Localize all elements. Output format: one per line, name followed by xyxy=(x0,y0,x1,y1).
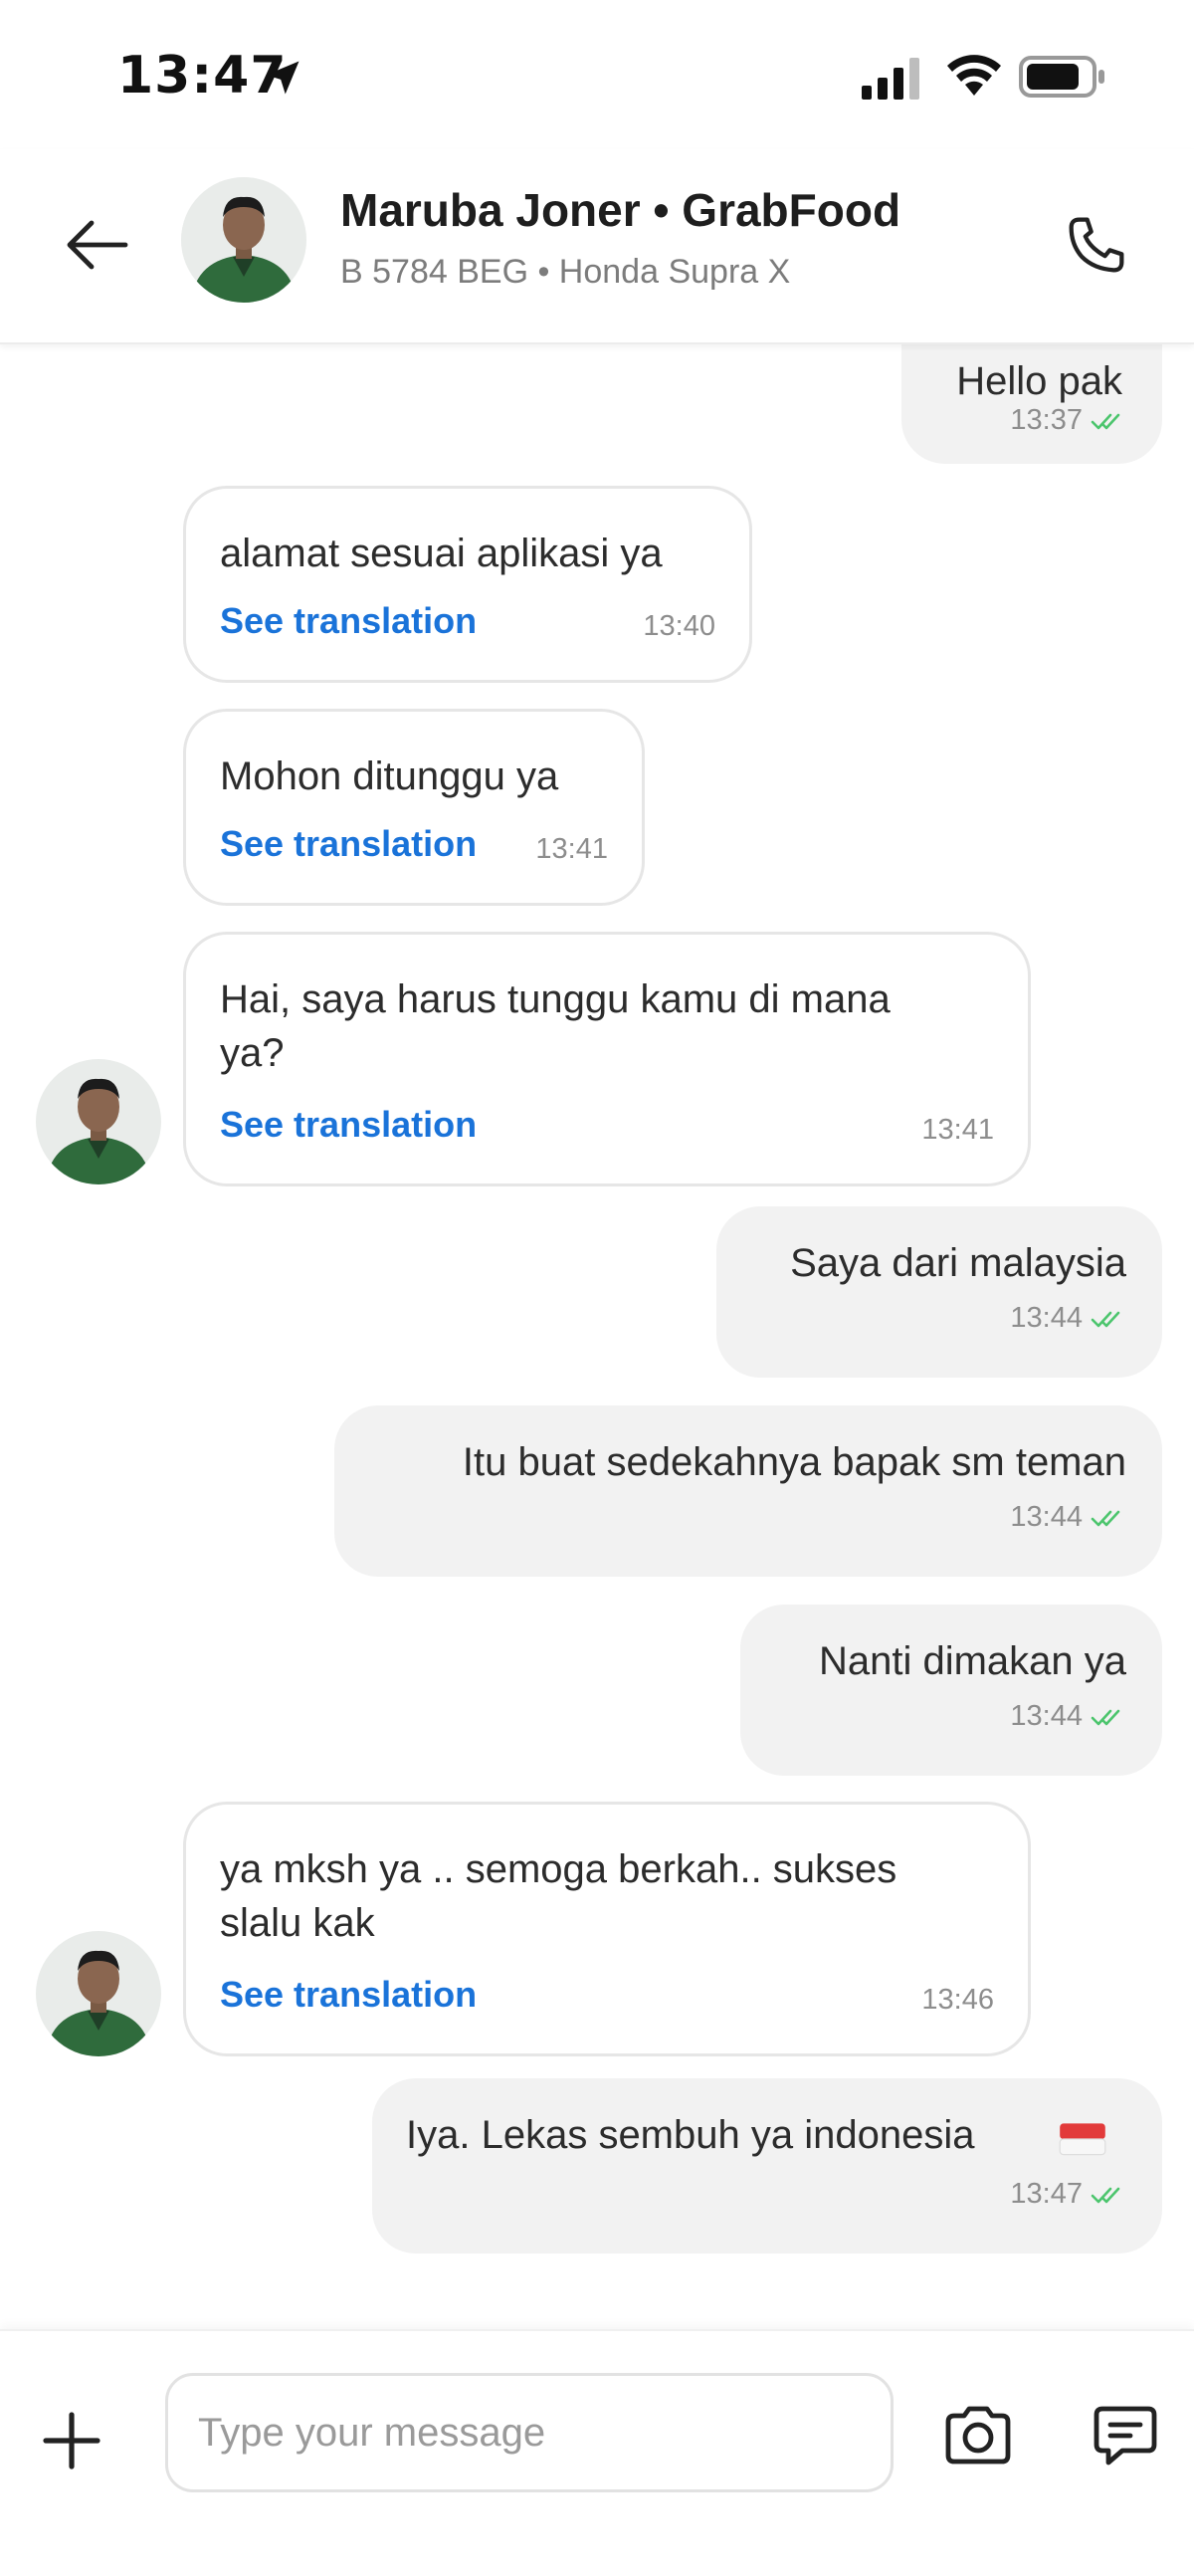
message-text: Iya. Lekas sembuh ya indonesia xyxy=(406,2113,975,2157)
incoming-message[interactable]: alamat sesuai aplikasi ya See translatio… xyxy=(183,486,752,683)
message-text-line-2: slalu kak xyxy=(220,1901,375,1945)
read-receipt-icon xyxy=(1091,1510,1120,1527)
outgoing-message[interactable]: Saya dari malaysia 13:44 xyxy=(716,1206,1162,1378)
message-text: Hello pak xyxy=(956,359,1122,403)
read-receipt-icon xyxy=(1091,413,1120,430)
outgoing-message[interactable]: Itu buat sedekahnya bapak sm teman 13:44 xyxy=(334,1405,1162,1577)
driver-photo xyxy=(36,1059,161,1184)
message-time: 13:44 xyxy=(1010,1501,1083,1533)
see-translation-link[interactable]: See translation xyxy=(220,600,477,642)
message-text: Saya dari malaysia xyxy=(790,1241,1126,1285)
message-time: 13:44 xyxy=(1010,1700,1083,1732)
outgoing-message[interactable]: Nanti dimakan ya 13:44 xyxy=(740,1605,1162,1776)
camera-button[interactable] xyxy=(937,2395,1019,2476)
driver-avatar[interactable] xyxy=(36,1059,161,1184)
see-translation-link[interactable]: See translation xyxy=(220,1974,477,2016)
camera-icon xyxy=(945,2406,1011,2465)
chat-header: Maruba Joner • GrabFood B 5784 BEG • Hon… xyxy=(0,149,1194,344)
message-list[interactable]: Hello pak 13:37 alamat sesuai aplikasi y… xyxy=(0,344,1194,2329)
message-text: alamat sesuai aplikasi ya xyxy=(220,532,663,575)
cellular-signal-icon xyxy=(862,58,919,100)
incoming-message[interactable]: Hai, saya harus tunggu kamu di mana ya? … xyxy=(183,932,1031,1186)
see-translation-link[interactable]: See translation xyxy=(220,823,477,865)
location-arrow-icon xyxy=(266,61,299,95)
driver-name-title: Maruba Joner • GrabFood xyxy=(340,184,901,236)
battery-icon xyxy=(1019,56,1104,98)
arrow-left-icon xyxy=(67,220,128,270)
read-receipt-icon xyxy=(1091,1709,1120,1726)
read-receipt-icon xyxy=(1091,2187,1120,2204)
message-text: Nanti dimakan ya xyxy=(818,1639,1126,1683)
chat-bubble-lines-icon xyxy=(1094,2406,1157,2466)
call-button[interactable] xyxy=(1055,203,1138,287)
message-time: 13:40 xyxy=(643,610,715,642)
message-time: 13:41 xyxy=(921,1114,994,1146)
driver-photo xyxy=(36,1931,161,2056)
incoming-message[interactable]: Mohon ditunggu ya See translation 13:41 xyxy=(183,709,645,906)
message-input[interactable] xyxy=(165,2373,894,2492)
message-text: Itu buat sedekahnya bapak sm teman xyxy=(462,1440,1126,1484)
message-text-line-1: Hai, saya harus tunggu kamu di mana xyxy=(220,977,891,1021)
message-composer xyxy=(0,2329,1194,2576)
outgoing-message[interactable]: Iya. Lekas sembuh ya indonesia 13:47 xyxy=(372,2078,1162,2254)
message-text-line-1: ya mksh ya .. semoga berkah.. sukses xyxy=(220,1847,897,1891)
vehicle-info-subtitle: B 5784 BEG • Honda Supra X xyxy=(340,253,791,291)
see-translation-link[interactable]: See translation xyxy=(220,1104,477,1146)
back-button[interactable] xyxy=(58,205,137,285)
add-attachment-button[interactable] xyxy=(36,2405,107,2476)
message-time: 13:46 xyxy=(921,1984,994,2016)
message-time: 13:44 xyxy=(1010,1302,1083,1334)
message-text: Mohon ditunggu ya xyxy=(220,754,559,798)
phone-icon xyxy=(1069,217,1124,273)
message-time: 13:47 xyxy=(1010,2178,1083,2210)
read-receipt-icon xyxy=(1091,1311,1120,1328)
driver-avatar[interactable] xyxy=(36,1931,161,2056)
incoming-message[interactable]: ya mksh ya .. semoga berkah.. sukses sla… xyxy=(183,1802,1031,2056)
quick-reply-button[interactable] xyxy=(1085,2395,1166,2476)
outgoing-message[interactable]: Hello pak 13:37 xyxy=(901,344,1162,464)
driver-photo xyxy=(181,177,306,303)
driver-avatar[interactable] xyxy=(181,177,306,303)
plus-icon xyxy=(43,2412,100,2469)
message-time: 13:37 xyxy=(1010,404,1083,436)
indonesia-flag-icon xyxy=(1059,2123,1106,2156)
message-text-line-2: ya? xyxy=(220,1031,285,1075)
wifi-icon xyxy=(947,55,1001,96)
status-bar: 13:47 xyxy=(0,0,1194,149)
message-time: 13:41 xyxy=(535,833,608,865)
